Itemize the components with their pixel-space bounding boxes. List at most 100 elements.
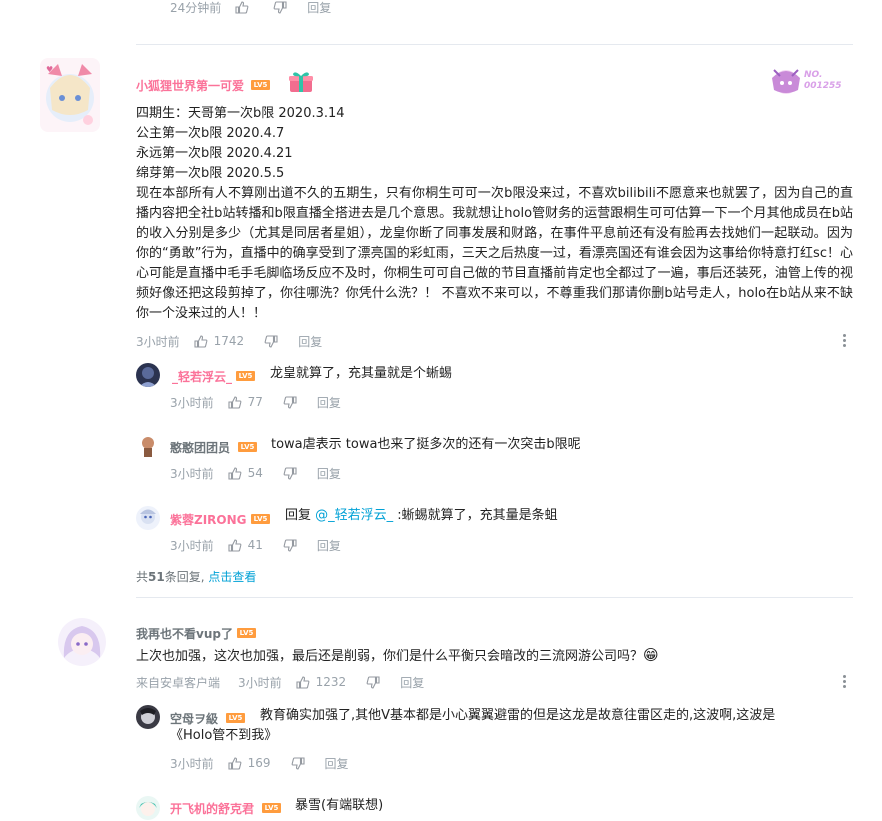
comment-divider — [136, 44, 853, 45]
comment-source: 来自安卓客户端 — [136, 675, 221, 690]
reply-text: 回复 @_轻若浮云_ :蜥蜴就算了，充其量是条蛆 — [285, 506, 558, 526]
comment-body: 四期生：天哥第一次b限 2020.3.14 公主第一次b限 2020.4.7 永… — [136, 104, 853, 324]
reply-avatar[interactable] — [136, 434, 160, 458]
dislike-button[interactable] — [264, 334, 278, 348]
like-count: 77 — [247, 395, 263, 409]
comment-line: 绵芽第一次b限 2020.5.5 — [136, 166, 285, 181]
like-button[interactable] — [228, 466, 242, 480]
thumbs-down-icon — [366, 675, 380, 689]
reply-avatar[interactable] — [136, 796, 160, 820]
reply-username[interactable]: 空母ヲ級 — [170, 710, 218, 727]
reply-avatar[interactable] — [136, 705, 160, 729]
reply-text: 暴雪(有端联想) — [295, 798, 384, 813]
avatar-white-hair-icon — [136, 506, 160, 530]
like-count: 1232 — [315, 675, 347, 689]
thumbs-up-icon — [228, 395, 242, 409]
thumbs-up-icon — [194, 334, 208, 348]
dislike-button[interactable] — [283, 466, 297, 480]
thumbs-down-icon — [283, 466, 297, 480]
like-button[interactable] — [228, 395, 242, 409]
fan-card-badge[interactable]: NO. 001255 — [766, 66, 846, 96]
medal-gift-icon — [287, 70, 315, 94]
avatar-fox-girl-icon: ♥ — [40, 58, 100, 132]
reply-button[interactable]: 回复 — [317, 537, 341, 554]
reply-username[interactable]: _轻若浮云_ — [172, 368, 232, 385]
like-button[interactable] — [228, 538, 242, 552]
thumbs-down-icon — [264, 334, 278, 348]
gift-box-icon — [289, 72, 313, 92]
reply-content: :蜥蜴就算了，充其量是条蛆 — [393, 508, 558, 523]
avatar-teal-hair-icon — [136, 796, 160, 820]
comment-time: 24分钟前 — [170, 0, 222, 15]
anime-character-icon — [772, 69, 800, 94]
reply-text: 龙皇就算了，充其量就是个蜥蜴 — [270, 366, 453, 381]
comment-divider — [136, 597, 853, 598]
dislike-button[interactable] — [366, 675, 380, 689]
fan-card-number: 001255 — [804, 81, 842, 91]
reply-username[interactable]: 开飞机的舒克君 — [170, 800, 254, 817]
reply-button[interactable]: 回复 — [400, 674, 424, 691]
avatar-ship-girl-icon — [136, 705, 160, 729]
reply-username[interactable]: 憨憨团团员 — [170, 439, 230, 456]
like-count: 1742 — [213, 334, 245, 348]
comment-paragraph: 现在本部所有人不算刚出道不久的五期生，只有你桐生可可一次b限没来过，不喜欢bil… — [136, 186, 853, 321]
comment-meta: 3小时前 1742 回复 — [136, 333, 322, 349]
level-badge: LV5 — [236, 371, 255, 381]
prev-comment-meta: 24分钟前 回复 — [170, 0, 331, 16]
like-button[interactable] — [194, 334, 208, 348]
like-button[interactable] — [296, 675, 310, 689]
avatar-chibi-icon — [136, 434, 160, 458]
reply-button[interactable]: 回复 — [317, 394, 341, 411]
comment-line: 公主第一次b限 2020.4.7 — [136, 126, 285, 141]
avatar[interactable] — [58, 618, 106, 666]
dislike-button[interactable] — [283, 395, 297, 409]
reply-count: 51 — [148, 570, 165, 584]
reply-meta: 3小时前 169 回复 — [170, 755, 349, 771]
grin-emoji-icon: 😁 — [643, 646, 659, 664]
more-options-icon[interactable] — [843, 675, 846, 688]
comment-time: 3小时前 — [136, 334, 180, 349]
reply-time: 3小时前 — [170, 395, 214, 410]
reply-prefix: 回复 — [285, 508, 316, 523]
reply-button[interactable]: 回复 — [298, 333, 322, 350]
more-options-icon[interactable] — [843, 334, 846, 347]
reply-text-line2: 《Holo管不到我》 — [170, 728, 278, 743]
reply-summary-prefix: 共 — [136, 570, 149, 584]
reply-text: 教育确实加强了,其他V基本都是小心翼翼避雷的但是这龙是故意往雷区走的,这波啊,这… — [260, 708, 776, 723]
level-badge: LV5 — [238, 442, 257, 452]
avatar-dark-icon — [136, 363, 160, 387]
thumbs-down-icon — [283, 395, 297, 409]
reply-summary: 共51条回复, 点击查看 — [136, 568, 256, 585]
svg-text:♥: ♥ — [46, 65, 53, 74]
reply-time: 3小时前 — [170, 756, 214, 771]
dislike-button[interactable] — [283, 538, 297, 552]
thumbs-up-icon — [296, 675, 310, 689]
reply-username[interactable]: 紫蓉ZIRONG — [170, 511, 247, 528]
comment-username[interactable]: 小狐狸世界第一可爱 — [136, 77, 244, 94]
reply-meta: 3小时前 41 回复 — [170, 537, 341, 553]
reply-button[interactable]: 回复 — [307, 0, 331, 16]
mention-link[interactable]: @_轻若浮云_ — [315, 508, 393, 523]
dislike-button[interactable] — [273, 0, 287, 14]
comment-username[interactable]: 我再也不看vup了 — [136, 625, 233, 642]
comment-content: 上次也加强，这次也加强，最后还是削弱，你们是什么平衡只会暗改的三流网游公司吗？ — [136, 649, 644, 664]
comment-text: 上次也加强，这次也加强，最后还是削弱，你们是什么平衡只会暗改的三流网游公司吗？😁 — [136, 645, 659, 667]
reply-meta: 3小时前 54 回复 — [170, 465, 341, 481]
thumbs-up-icon — [228, 538, 242, 552]
thumbs-down-icon — [283, 538, 297, 552]
like-button[interactable] — [228, 756, 242, 770]
reply-time: 3小时前 — [170, 466, 214, 481]
comment-meta: 来自安卓客户端 3小时前 1232 回复 — [136, 674, 424, 690]
reply-button[interactable]: 回复 — [317, 465, 341, 482]
like-count: 169 — [247, 756, 271, 770]
reply-avatar[interactable] — [136, 506, 160, 530]
view-all-replies-link[interactable]: 点击查看 — [208, 570, 256, 584]
reply-button[interactable]: 回复 — [325, 755, 349, 772]
reply-avatar[interactable] — [136, 363, 160, 387]
level-badge: LV5 — [251, 514, 270, 524]
dislike-button[interactable] — [291, 756, 305, 770]
level-badge: LV5 — [226, 713, 245, 723]
like-count: 54 — [247, 466, 263, 480]
avatar[interactable]: ♥ — [40, 58, 100, 132]
like-button[interactable] — [235, 0, 249, 14]
